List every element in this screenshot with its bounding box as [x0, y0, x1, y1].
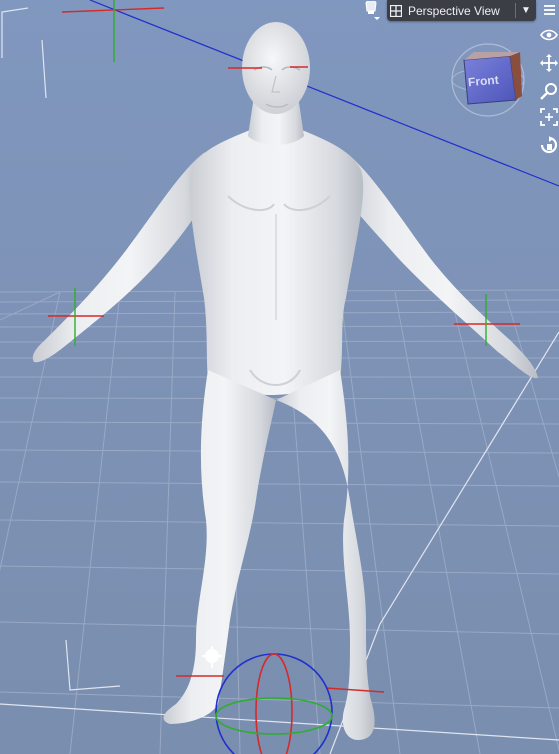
pan-icon[interactable]	[539, 52, 559, 74]
light-bulb-icon[interactable]	[357, 0, 385, 22]
universal-gizmo[interactable]	[215, 653, 333, 754]
reset-view-icon[interactable]	[539, 134, 559, 156]
chevron-down-icon[interactable]: ▼	[516, 5, 536, 16]
origin-gizmo	[61, 0, 165, 62]
view-cube-overlay[interactable]: Front	[452, 44, 524, 116]
view-label: Perspective View	[408, 3, 500, 18]
zoom-icon[interactable]	[539, 80, 559, 102]
grid-icon	[387, 0, 405, 21]
cube-face-label: Front	[467, 72, 500, 90]
viewport-toolbar	[539, 0, 559, 160]
menu-icon[interactable]	[539, 0, 559, 20]
3d-viewport[interactable]: Front Perspective View ▼	[0, 0, 559, 754]
view-select-dropdown[interactable]: Perspective View ▼	[387, 0, 536, 21]
eye-icon[interactable]	[539, 24, 559, 46]
frame-icon[interactable]	[539, 106, 559, 128]
